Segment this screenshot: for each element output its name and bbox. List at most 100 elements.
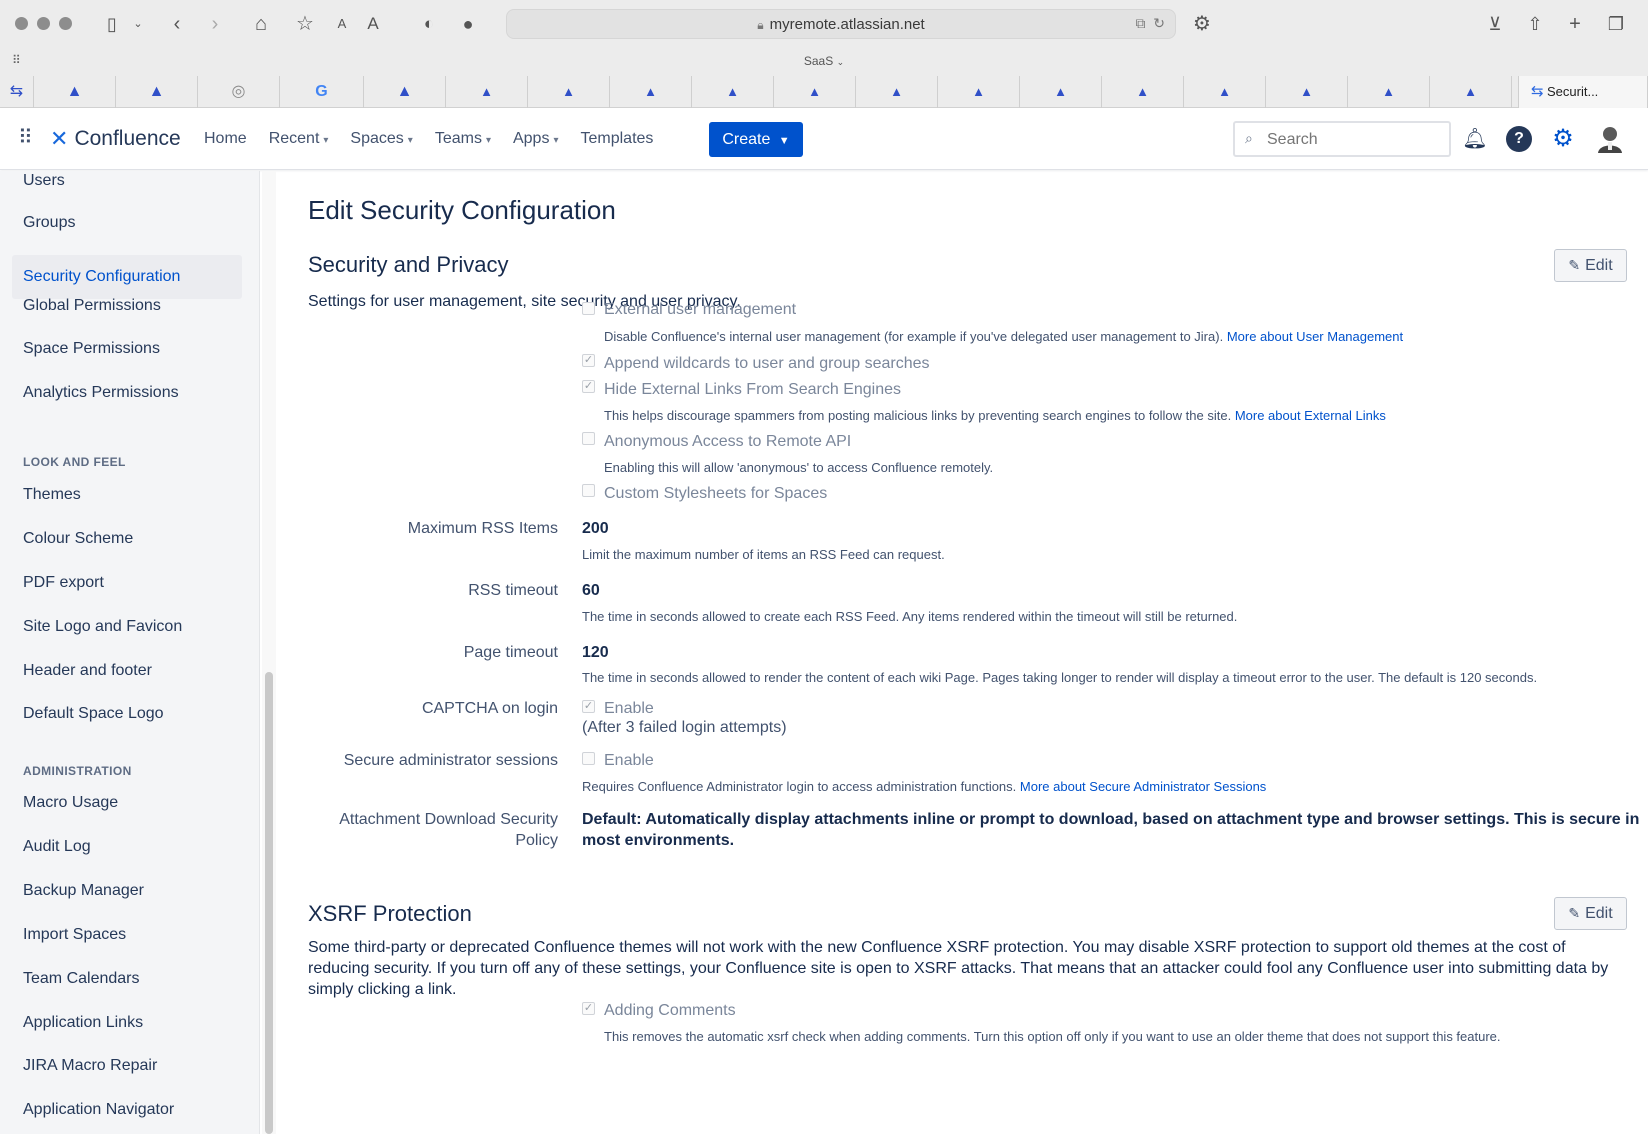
sidebar-item-pdf-export[interactable]: PDF export (12, 561, 242, 605)
nav-recent[interactable]: Recent ▾ (269, 128, 329, 152)
avatar[interactable] (1597, 125, 1623, 153)
notifications-icon[interactable]: 🔔︎ (1462, 126, 1488, 152)
nav-teams[interactable]: Teams ▾ (435, 128, 491, 152)
share-icon[interactable]: ⇧ (1524, 10, 1546, 38)
home-icon[interactable]: ⌂ (248, 10, 274, 38)
adding-comments-checkbox[interactable]: ✓ (582, 1002, 595, 1015)
confluence-logo[interactable]: ✕ Confluence (50, 125, 181, 153)
sidebar-item-site-logo[interactable]: Site Logo and Favicon (12, 605, 242, 649)
tab-atlassian[interactable]: ▲ (1430, 76, 1512, 108)
sidebar-item-default-space-logo[interactable]: Default Space Logo (12, 692, 242, 736)
pencil-icon: ✎ (1568, 257, 1581, 273)
tab-atlassian[interactable]: ▲ (1184, 76, 1266, 108)
sidebar-item-team-calendars[interactable]: Team Calendars (12, 957, 242, 1001)
sidebar-item-jira-macro-repair[interactable]: JIRA Macro Repair (12, 1044, 242, 1088)
chevron-down-icon[interactable]: ⌄ (131, 10, 145, 38)
page-title: Edit Security Configuration (308, 195, 616, 225)
nav-home[interactable]: Home (204, 128, 247, 152)
adding-comments-label: Adding Comments (604, 1002, 736, 1019)
tab-strip: ⇆ ▲ ▲ ◎ G ▲ ▲ ▲ ▲ ▲ ▲ ▲ ▲ ▲ ▲ ▲ ▲ ▲ ▲ ⇆ … (0, 76, 1648, 108)
secure-admin-link[interactable]: More about Secure Administrator Sessions (1020, 779, 1266, 794)
settings-icon[interactable]: ⚙ (1550, 126, 1576, 152)
tab-atlassian[interactable]: ▲ (34, 76, 116, 108)
hide-links-checkbox[interactable]: ✓ (582, 380, 595, 393)
sidebar-toggle-icon[interactable]: ▯ (100, 10, 124, 38)
sidebar-item-groups[interactable]: Groups (12, 201, 242, 245)
append-wildcards-checkbox[interactable]: ✓ (582, 354, 595, 367)
sidebar-item-users[interactable]: Users (12, 159, 242, 203)
tab-generic[interactable]: ◎ (198, 76, 280, 108)
tab-atlassian[interactable]: ▲ (528, 76, 610, 108)
tab-atlassian[interactable]: ▲ (610, 76, 692, 108)
sidebar-scrollbar-thumb[interactable] (265, 672, 273, 1134)
chevron-down-icon: ▾ (323, 135, 329, 146)
tab-atlassian[interactable]: ▲ (1102, 76, 1184, 108)
tab-atlassian[interactable]: ▲ (364, 76, 446, 108)
address-bar[interactable]: 🔒︎ myremote.atlassian.net ⧉ ↻ (506, 9, 1176, 39)
search-input[interactable] (1267, 130, 1437, 150)
sidebar-item-space-permissions[interactable]: Space Permissions (12, 327, 242, 371)
chevron-down-icon[interactable]: ⌄ (837, 57, 845, 67)
hide-links-desc: This helps discourage spammers from post… (604, 408, 1386, 423)
tab-google[interactable]: G (280, 76, 364, 108)
edit-xsrf-button[interactable]: ✎ Edit (1554, 897, 1627, 930)
sidebar-item-colour-scheme[interactable]: Colour Scheme (12, 517, 242, 561)
tab-atlassian[interactable]: ▲ (938, 76, 1020, 108)
main-content: Edit Security Configuration Security and… (276, 171, 1648, 1134)
bookmark-star-icon[interactable]: ☆ (292, 10, 318, 38)
sidebar-item-global-permissions[interactable]: Global Permissions (12, 284, 242, 328)
sidebar-item-themes[interactable]: Themes (12, 473, 242, 517)
chevron-down-icon: ▾ (553, 135, 559, 146)
minimize-window-button[interactable] (37, 17, 50, 30)
sidebar-item-import-spaces[interactable]: Import Spaces (12, 913, 242, 957)
text-larger-icon[interactable]: A (364, 10, 382, 38)
shield-icon[interactable]: ◐ (418, 10, 440, 38)
external-links-link[interactable]: More about External Links (1235, 408, 1386, 423)
create-button[interactable]: Create ▼ (709, 122, 803, 157)
custom-css-checkbox[interactable] (582, 484, 595, 497)
nav-apps[interactable]: Apps ▾ (513, 128, 559, 152)
sidebar-item-analytics-permissions[interactable]: Analytics Permissions (12, 371, 242, 415)
nav-templates[interactable]: Templates (580, 128, 653, 152)
download-icon[interactable]: ⊻ (1483, 10, 1507, 38)
captcha-checkbox[interactable]: ✓ (582, 700, 595, 713)
sidebar-item-application-navigator[interactable]: Application Navigator (12, 1088, 242, 1132)
extension-icon[interactable]: ● (456, 10, 480, 38)
tab-atlassian[interactable]: ▲ (1266, 76, 1348, 108)
tab-atlassian[interactable]: ▲ (774, 76, 856, 108)
close-window-button[interactable] (15, 17, 28, 30)
edit-security-button[interactable]: ✎ Edit (1554, 249, 1627, 282)
ext-user-mgmt-checkbox[interactable] (582, 302, 595, 315)
tab-group-name[interactable]: SaaS (804, 54, 833, 68)
tab-atlassian[interactable]: ▲ (692, 76, 774, 108)
sidebar-item-audit-log[interactable]: Audit Log (12, 825, 242, 869)
reload-icon[interactable]: ↻ (1153, 15, 1165, 31)
sidebar-item-application-links[interactable]: Application Links (12, 1001, 242, 1045)
secure-admin-checkbox[interactable] (582, 752, 595, 765)
help-icon[interactable]: ? (1506, 126, 1532, 152)
sidebar-item-macro-usage[interactable]: Macro Usage (12, 781, 242, 825)
new-tab-icon[interactable]: + (1564, 10, 1586, 38)
user-management-link[interactable]: More about User Management (1227, 329, 1403, 344)
app-switcher-icon[interactable]: ⠿ (18, 128, 33, 148)
tab-active[interactable]: ⇆ Securit... (1518, 76, 1648, 108)
sidebar-item-backup-manager[interactable]: Backup Manager (12, 869, 242, 913)
anon-api-checkbox[interactable] (582, 432, 595, 445)
tab-atlassian[interactable]: ▲ (856, 76, 938, 108)
settings-gear-icon[interactable]: ⚙ (1190, 10, 1214, 38)
tab-overview-icon[interactable]: ❐ (1604, 10, 1628, 38)
nav-spaces[interactable]: Spaces ▾ (350, 128, 412, 152)
tab-atlassian[interactable]: ▲ (1348, 76, 1430, 108)
forward-icon[interactable]: › (204, 10, 226, 38)
tab-atlassian[interactable]: ▲ (1020, 76, 1102, 108)
tab-atlassian[interactable]: ▲ (116, 76, 198, 108)
maximize-window-button[interactable] (59, 17, 72, 30)
search-box[interactable]: ⌕ (1233, 121, 1451, 157)
translate-icon[interactable]: ⧉ (1135, 15, 1145, 31)
back-icon[interactable]: ‹ (166, 10, 188, 38)
tab-group-row: ⠿ SaaS ⌄ (0, 48, 1648, 76)
tab-atlassian[interactable]: ▲ (446, 76, 528, 108)
tab-jira[interactable]: ⇆ (0, 76, 34, 108)
sidebar-item-header-footer[interactable]: Header and footer (12, 649, 242, 693)
text-smaller-icon[interactable]: A (334, 10, 350, 38)
